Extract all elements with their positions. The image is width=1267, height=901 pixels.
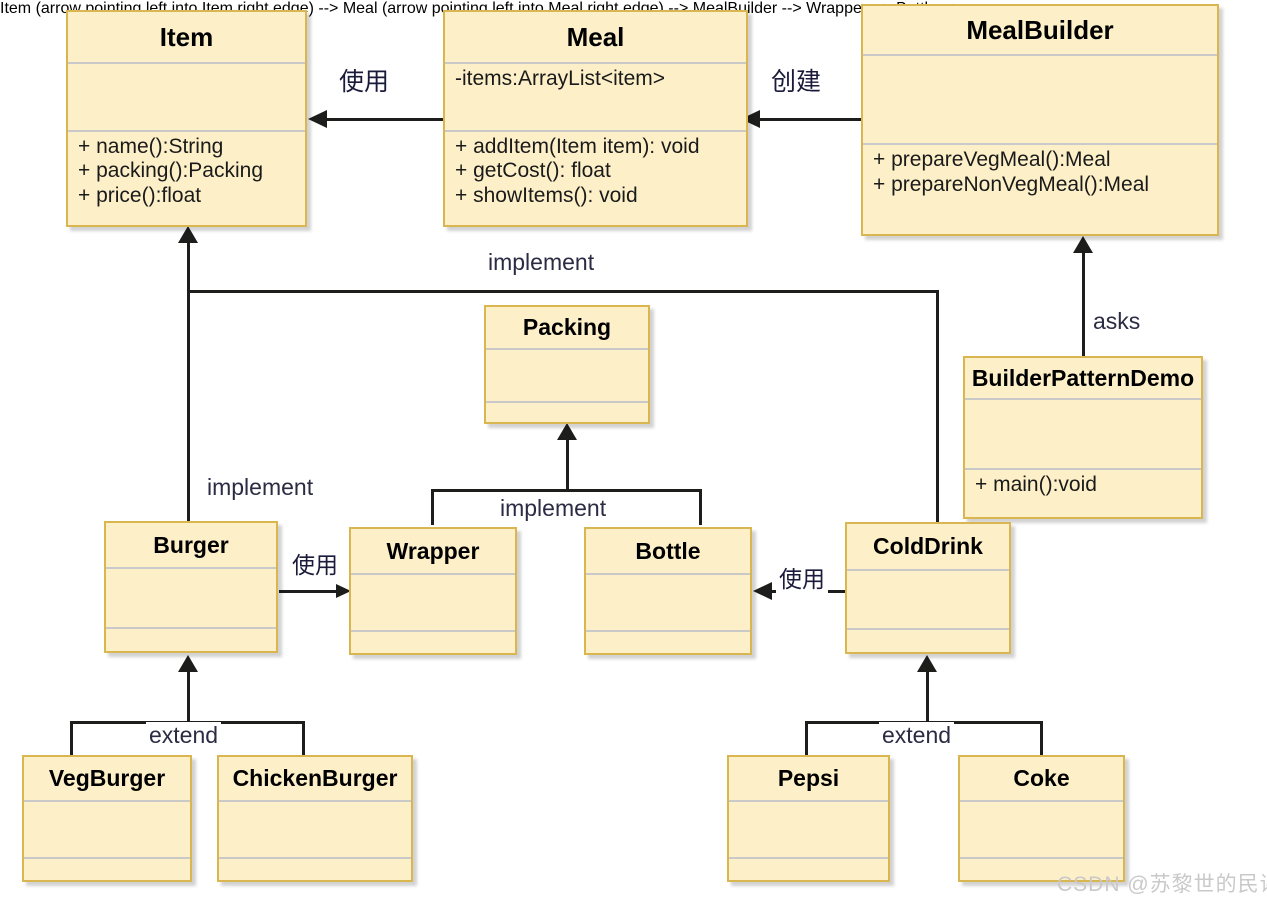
class-box-burger[interactable]: Burger bbox=[104, 521, 278, 653]
arrowhead-item-generalization bbox=[178, 226, 198, 243]
edge-label-meal-uses-item: 使用 bbox=[336, 62, 393, 98]
class-attributes-builderpatterndemo bbox=[965, 400, 1201, 468]
class-box-wrapper[interactable]: Wrapper bbox=[349, 527, 517, 655]
class-attributes-chickenburger bbox=[219, 802, 411, 857]
class-attributes-burger bbox=[106, 569, 276, 627]
edge-label-item-implement: implement bbox=[485, 249, 598, 276]
edge-label-burger-implement: implement bbox=[204, 474, 317, 501]
class-name-meal: Meal bbox=[566, 21, 625, 52]
class-methods-colddrink bbox=[847, 630, 1009, 652]
connector-item-spine bbox=[187, 243, 190, 525]
edge-label-demo-asks: asks bbox=[1090, 308, 1144, 335]
class-methods-packing bbox=[486, 403, 648, 422]
csdn-watermark: CSDN @苏黎世的民谣 bbox=[1057, 873, 1267, 896]
arrowhead-burger-generalization bbox=[178, 655, 198, 672]
class-methods-chickenburger bbox=[219, 859, 411, 880]
class-box-colddrink[interactable]: ColdDrink bbox=[845, 522, 1011, 654]
connector-colddrink-implement-leg bbox=[936, 290, 939, 525]
class-name-burger: Burger bbox=[153, 531, 229, 558]
arrowhead-packing-generalization bbox=[557, 423, 577, 440]
edge-label-burger-uses-wrapper: 使用 bbox=[289, 546, 341, 580]
class-methods-burger bbox=[106, 629, 276, 651]
class-box-meal[interactable]: Meal -items:ArrayList<item> + addItem(It… bbox=[443, 10, 748, 227]
arrowhead-colddrink-generalization bbox=[917, 655, 937, 672]
connector-colddrink-extend-spine bbox=[926, 672, 929, 724]
connector-wrapper-implement-leg bbox=[431, 489, 434, 525]
class-box-builderpatterndemo[interactable]: BuilderPatternDemo + main():void bbox=[963, 356, 1203, 519]
class-box-pepsi[interactable]: Pepsi bbox=[727, 755, 890, 882]
method-row: + addItem(Item item): void bbox=[455, 134, 700, 158]
connector-bottle-implement-leg bbox=[699, 489, 702, 525]
method-row: + prepareVegMeal():Meal bbox=[873, 148, 1111, 172]
connector-demo-asks-mealbuilder bbox=[1082, 253, 1085, 358]
class-methods-mealbuilder: + prepareVegMeal():Meal + prepareNonVegM… bbox=[863, 145, 1217, 234]
connector-burger-extend-spine bbox=[187, 672, 190, 724]
class-name-builderpatterndemo: BuilderPatternDemo bbox=[971, 364, 1195, 391]
method-row: + price():float bbox=[78, 183, 202, 207]
connector-meal-to-item bbox=[327, 118, 445, 121]
method-row: + getCost(): float bbox=[455, 159, 611, 183]
connector-coke-leg bbox=[1040, 721, 1043, 757]
uml-class-diagram: Item (arrow pointing left into Item righ… bbox=[0, 0, 1267, 901]
class-attributes-wrapper bbox=[351, 575, 515, 630]
class-attributes-bottle bbox=[586, 575, 750, 630]
method-row: + main():void bbox=[975, 473, 1097, 497]
connector-packing-spine bbox=[566, 440, 569, 492]
class-box-coke[interactable]: Coke bbox=[958, 755, 1125, 882]
method-row: + packing():Packing bbox=[78, 159, 264, 183]
class-methods-bottle bbox=[586, 632, 750, 653]
class-name-coke: Coke bbox=[1013, 765, 1070, 791]
method-row: + name():String bbox=[78, 134, 224, 158]
class-name-item: Item bbox=[159, 21, 214, 52]
class-attributes-pepsi bbox=[729, 802, 888, 857]
arrowhead-meal-to-item bbox=[308, 110, 327, 128]
class-name-wrapper: Wrapper bbox=[386, 537, 480, 564]
attribute-row: -items:ArrayList<item> bbox=[455, 67, 666, 90]
connector-pepsi-leg bbox=[805, 721, 808, 757]
class-box-mealbuilder[interactable]: MealBuilder + prepareVegMeal():Meal + pr… bbox=[861, 4, 1219, 236]
edge-label-mealbuilder-creates-meal: 创建 bbox=[768, 62, 825, 98]
class-methods-vegburger bbox=[24, 859, 190, 880]
class-name-mealbuilder: MealBuilder bbox=[966, 14, 1114, 45]
class-attributes-meal: -items:ArrayList<item> bbox=[445, 64, 746, 130]
class-name-colddrink: ColdDrink bbox=[873, 533, 983, 559]
class-methods-wrapper bbox=[351, 632, 515, 653]
edge-label-colddrink-uses-bottle: 使用 bbox=[776, 560, 828, 594]
connector-vegburger-leg bbox=[70, 721, 73, 757]
connector-chickenburger-leg bbox=[302, 721, 305, 757]
class-name-packing: Packing bbox=[522, 314, 612, 340]
edge-label-burger-extend: extend bbox=[146, 722, 222, 749]
class-name-pepsi: Pepsi bbox=[777, 765, 840, 791]
class-attributes-vegburger bbox=[24, 802, 190, 857]
class-methods-builderpatterndemo: + main():void bbox=[965, 470, 1201, 517]
method-row: + showItems(): void bbox=[455, 183, 638, 207]
class-box-chickenburger[interactable]: ChickenBurger bbox=[217, 755, 413, 882]
class-box-vegburger[interactable]: VegBurger bbox=[22, 755, 192, 882]
arrowhead-demo-asks bbox=[1073, 236, 1093, 253]
class-attributes-packing bbox=[486, 350, 648, 401]
class-methods-pepsi bbox=[729, 859, 888, 880]
connector-burger-to-wrapper bbox=[279, 590, 338, 593]
method-row: + prepareNonVegMeal():Meal bbox=[873, 173, 1150, 196]
edge-label-packing-implement: implement bbox=[497, 495, 610, 522]
connector-implement-bus-top bbox=[187, 290, 939, 293]
class-box-item[interactable]: Item + name():String + packing():Packing… bbox=[66, 10, 307, 227]
class-attributes-colddrink bbox=[847, 571, 1009, 628]
class-attributes-coke bbox=[960, 802, 1123, 857]
class-name-bottle: Bottle bbox=[635, 537, 701, 564]
class-name-chickenburger: ChickenBurger bbox=[232, 765, 398, 791]
connector-packing-implement-bus bbox=[431, 489, 702, 492]
class-methods-meal: + addItem(Item item): void + getCost(): … bbox=[445, 132, 746, 225]
arrowhead-colddrink-to-bottle bbox=[753, 582, 772, 600]
class-name-vegburger: VegBurger bbox=[48, 765, 166, 791]
class-box-packing[interactable]: Packing bbox=[484, 305, 650, 424]
class-attributes-mealbuilder bbox=[863, 56, 1217, 143]
class-box-bottle[interactable]: Bottle bbox=[584, 527, 752, 655]
class-methods-item: + name():String + packing():Packing + pr… bbox=[68, 132, 305, 225]
edge-label-colddrink-extend: extend bbox=[879, 722, 955, 749]
connector-mealbuilder-to-meal bbox=[760, 118, 863, 121]
class-attributes-item bbox=[68, 64, 305, 130]
